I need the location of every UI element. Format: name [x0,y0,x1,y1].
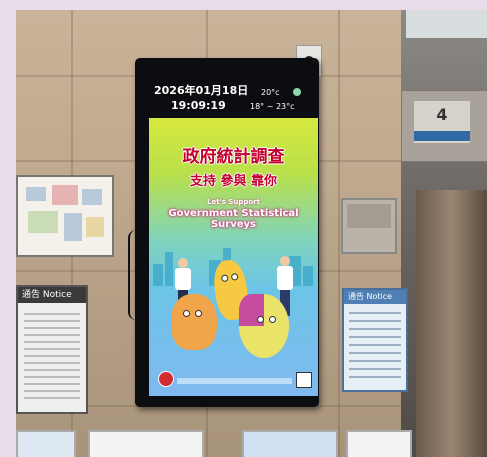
notice-right-header: 通告 Notice [344,290,406,304]
elevator-door [416,190,487,457]
mascot-orange [171,294,217,350]
poster-subtitle-en: Let's Support [207,198,260,206]
skyline-building [303,266,313,286]
ceiling-light [406,10,487,38]
map-block [26,187,46,201]
map-block [28,211,58,233]
hk-government-emblem-icon [158,371,174,387]
time-display: 19:09:19 [171,99,226,112]
map-block [52,185,78,205]
current-temperature: 20°c [261,88,280,97]
map-block [64,213,82,241]
date-display: 2026年01月18日 [154,84,249,97]
mascot-eye [257,316,264,323]
qr-code-icon [296,372,312,388]
floor-indicator-strip [414,131,470,141]
survey-poster: 政府統計調查 支持 參與 靠你 Let's Support Government… [149,118,318,396]
bottom-sign [88,430,204,457]
bottom-sign [16,430,76,457]
weather-icon [293,88,301,96]
person-body [277,266,293,290]
poster-footer [177,378,292,384]
poster-title-en: Government Statistical Surveys [168,208,299,230]
temperature-range: 18° ~ 23°c [250,102,295,111]
mascot-eye [195,310,202,317]
mascot-eye [220,274,229,283]
notice-left-header: 通告 Notice [18,287,86,303]
plaque-panel [347,204,391,228]
poster-title-zh: 政府統計調查 [182,147,285,167]
floor-map-board [16,175,114,257]
bottom-sign [346,430,412,457]
screen-status-bar: 2026年01月18日 19:09:19 20°c 18° ~ 23°c [146,80,314,118]
notice-left-text [24,313,80,402]
mascot-eye [269,316,276,323]
person-head [178,258,188,268]
mascot-eye [230,272,239,281]
mascot-pie [239,294,289,358]
floor-indicator: 4 [401,90,487,162]
person-body [175,268,191,290]
map-block [82,189,102,205]
wall-tile-seam [338,10,340,457]
notice-board-right: 通告 Notice [342,288,408,392]
skyline-building [165,252,173,286]
bottom-sign [242,430,338,457]
notice-board-left: 通告 Notice [16,285,88,414]
skyline-building [153,264,163,286]
bottom-signs [16,430,487,457]
notice-right-text [349,312,401,380]
map-block [86,217,104,237]
person-head [280,256,290,266]
mascot-eye [183,310,190,317]
wall-plaque [341,198,397,254]
poster-slogan-zh: 支持 參與 靠你 [189,174,278,189]
